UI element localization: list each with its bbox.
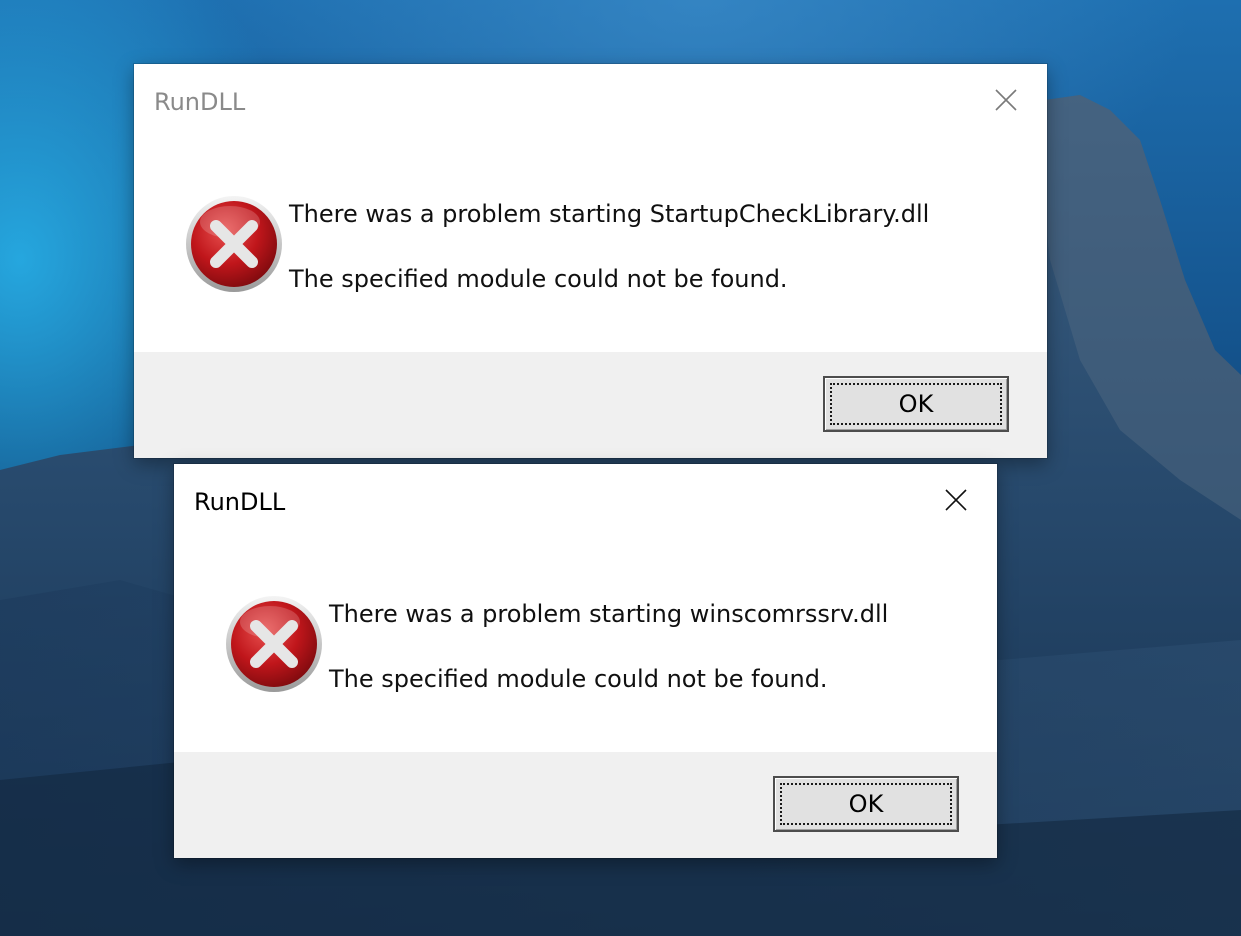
message-block: There was a problem starting StartupChec…	[289, 198, 929, 295]
error-icon	[186, 196, 282, 292]
dialog-title: RunDLL	[154, 88, 246, 116]
ok-button[interactable]: OK	[773, 776, 959, 832]
dialog-titlebar[interactable]: RunDLL	[134, 64, 1047, 142]
dialog-title: RunDLL	[194, 488, 286, 516]
message-block: There was a problem starting winscomrssr…	[329, 598, 888, 695]
ok-button[interactable]: OK	[823, 376, 1009, 432]
ok-button-label: OK	[780, 783, 952, 825]
close-button[interactable]	[983, 80, 1029, 120]
dialog-titlebar[interactable]: RunDLL	[174, 464, 997, 542]
dialog-content: There was a problem starting StartupChec…	[134, 142, 1047, 352]
close-icon	[945, 489, 967, 511]
close-icon	[995, 89, 1017, 111]
ok-button-label: OK	[830, 383, 1002, 425]
close-button[interactable]	[933, 480, 979, 520]
error-dialog-startupchecklibrary: RunDLL There was a problem starting Star…	[134, 64, 1047, 458]
dialog-footer: OK	[134, 352, 1047, 458]
error-dialog-winscomrssrv: RunDLL There was a problem starting wins…	[174, 464, 997, 858]
error-message: There was a problem starting StartupChec…	[289, 200, 930, 228]
error-icon	[226, 596, 322, 692]
error-detail: The specified module could not be found.	[289, 265, 788, 293]
error-message: There was a problem starting winscomrssr…	[329, 600, 889, 628]
dialog-content: There was a problem starting winscomrssr…	[174, 542, 997, 752]
error-detail: The specified module could not be found.	[329, 665, 828, 693]
dialog-footer: OK	[174, 752, 997, 858]
